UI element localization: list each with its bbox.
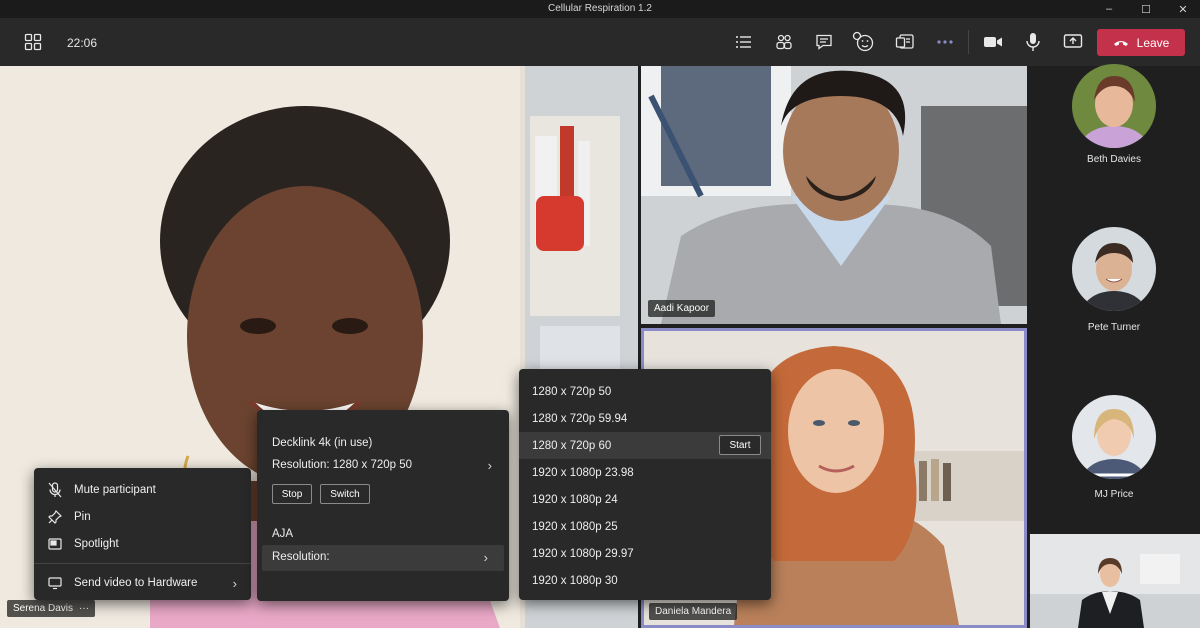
- device-decklink-label: Decklink 4k (in use): [272, 437, 373, 449]
- resolution-option[interactable]: 1920 x 1080p 23.98: [519, 459, 771, 486]
- resolution-submenu: 1280 x 720p 50 1280 x 720p 59.94 1280 x …: [519, 369, 771, 600]
- resolution-option[interactable]: 1280 x 720p 50: [519, 378, 771, 405]
- microphone-icon[interactable]: [1022, 31, 1044, 53]
- decklink-resolution-label: Resolution: 1280 x 720p 50: [272, 459, 413, 471]
- avatar-pete-turner[interactable]: [1072, 227, 1156, 311]
- whiteboard-icon[interactable]: [894, 31, 916, 53]
- menu-item-spotlight[interactable]: Spotlight: [34, 531, 251, 557]
- stop-button[interactable]: Stop: [272, 484, 312, 504]
- pin-icon: [46, 508, 64, 526]
- resolution-option[interactable]: 1920 x 1080p 24: [519, 486, 771, 513]
- aja-resolution-row[interactable]: Resolution: ›: [262, 545, 504, 571]
- camera-icon[interactable]: [982, 31, 1004, 53]
- participant-name: Aadi Kapoor: [654, 303, 710, 314]
- maximize-button[interactable]: ☐: [1129, 0, 1163, 18]
- menu-item-label: Spotlight: [74, 538, 119, 550]
- leave-label: Leave: [1136, 35, 1170, 50]
- self-view-image: [1030, 534, 1200, 628]
- aadi-video-image: [641, 66, 1027, 324]
- participant-name: Daniela Mandera: [655, 606, 732, 617]
- chevron-right-icon: ›: [487, 458, 492, 473]
- mic-off-icon: [46, 481, 64, 499]
- toolbar-divider: [968, 30, 969, 54]
- menu-item-pin[interactable]: Pin: [34, 504, 251, 530]
- switch-button[interactable]: Switch: [320, 484, 370, 504]
- phone-hangup-icon: [1113, 36, 1129, 50]
- resolution-option-hovered[interactable]: 1280 x 720p 60 Start: [519, 432, 771, 459]
- participant-more-icon[interactable]: ···: [79, 603, 89, 614]
- side-participant-name: Pete Turner: [1087, 322, 1141, 333]
- people-icon[interactable]: [773, 31, 795, 53]
- meeting-stage: Serena Davis ··· Aadi Kapoor Daniela Man…: [0, 64, 1200, 628]
- minimize-button[interactable]: –: [1092, 0, 1126, 18]
- side-participant-name: MJ Price: [1094, 489, 1134, 500]
- participant-context-menu: Mute participant Pin Spotlight Send vide…: [34, 468, 251, 600]
- participant-name: Serena Davis: [13, 603, 74, 614]
- menu-item-send-video-to-hardware[interactable]: Send video to Hardware ›: [34, 570, 251, 596]
- meeting-toolbar: 22:06 Leave: [0, 18, 1200, 66]
- start-button[interactable]: Start: [719, 435, 761, 455]
- device-aja-label: AJA: [272, 528, 294, 540]
- participant-name-tag: Daniela Mandera: [649, 603, 738, 620]
- resolution-option[interactable]: 1920 x 1080p 30: [519, 567, 771, 594]
- resolution-option[interactable]: 1920 x 1080p 25: [519, 513, 771, 540]
- menu-item-mute-participant[interactable]: Mute participant: [34, 477, 251, 503]
- close-button[interactable]: ✕: [1166, 0, 1200, 18]
- menu-item-label: Send video to Hardware: [74, 577, 198, 589]
- resolution-option[interactable]: 1920 x 1080p 29.97: [519, 540, 771, 567]
- menu-item-label: Mute participant: [74, 484, 156, 496]
- menu-item-label: Pin: [74, 511, 91, 523]
- chat-icon[interactable]: [813, 31, 835, 53]
- side-participant-name: Beth Davies: [1087, 154, 1141, 165]
- avatar-mj-price[interactable]: [1072, 395, 1156, 479]
- more-options-icon[interactable]: [934, 31, 956, 53]
- leave-button[interactable]: Leave: [1097, 29, 1185, 56]
- participants-list-icon[interactable]: [733, 31, 755, 53]
- menu-divider: [34, 563, 251, 564]
- reactions-icon[interactable]: [851, 31, 877, 53]
- chevron-right-icon: ›: [232, 576, 237, 591]
- title-bar: Cellular Respiration 1.2 – ☐ ✕: [0, 0, 1200, 18]
- self-view-tile[interactable]: [1030, 534, 1200, 628]
- chevron-right-icon: ›: [483, 550, 488, 565]
- aja-resolution-label: Resolution:: [272, 551, 330, 563]
- resolution-option[interactable]: 1280 x 720p 59.94: [519, 405, 771, 432]
- decklink-resolution-row[interactable]: Resolution: 1280 x 720p 50 ›: [272, 458, 497, 477]
- meeting-timer: 22:06: [67, 36, 98, 50]
- monitor-icon: [46, 574, 64, 592]
- participant-name-tag[interactable]: Serena Davis ···: [7, 600, 96, 617]
- hardware-submenu: Decklink 4k (in use) Resolution: 1280 x …: [257, 410, 509, 601]
- share-screen-icon[interactable]: [1062, 31, 1084, 53]
- participant-name-tag: Aadi Kapoor: [648, 300, 716, 317]
- video-tile-aadi[interactable]: Aadi Kapoor: [641, 66, 1027, 324]
- avatar-beth-davies[interactable]: [1072, 64, 1156, 148]
- resolution-option-label: 1280 x 720p 60: [532, 439, 612, 452]
- grid-view-icon[interactable]: [22, 31, 44, 53]
- window-title: Cellular Respiration 1.2: [548, 3, 652, 14]
- spotlight-icon: [46, 535, 64, 553]
